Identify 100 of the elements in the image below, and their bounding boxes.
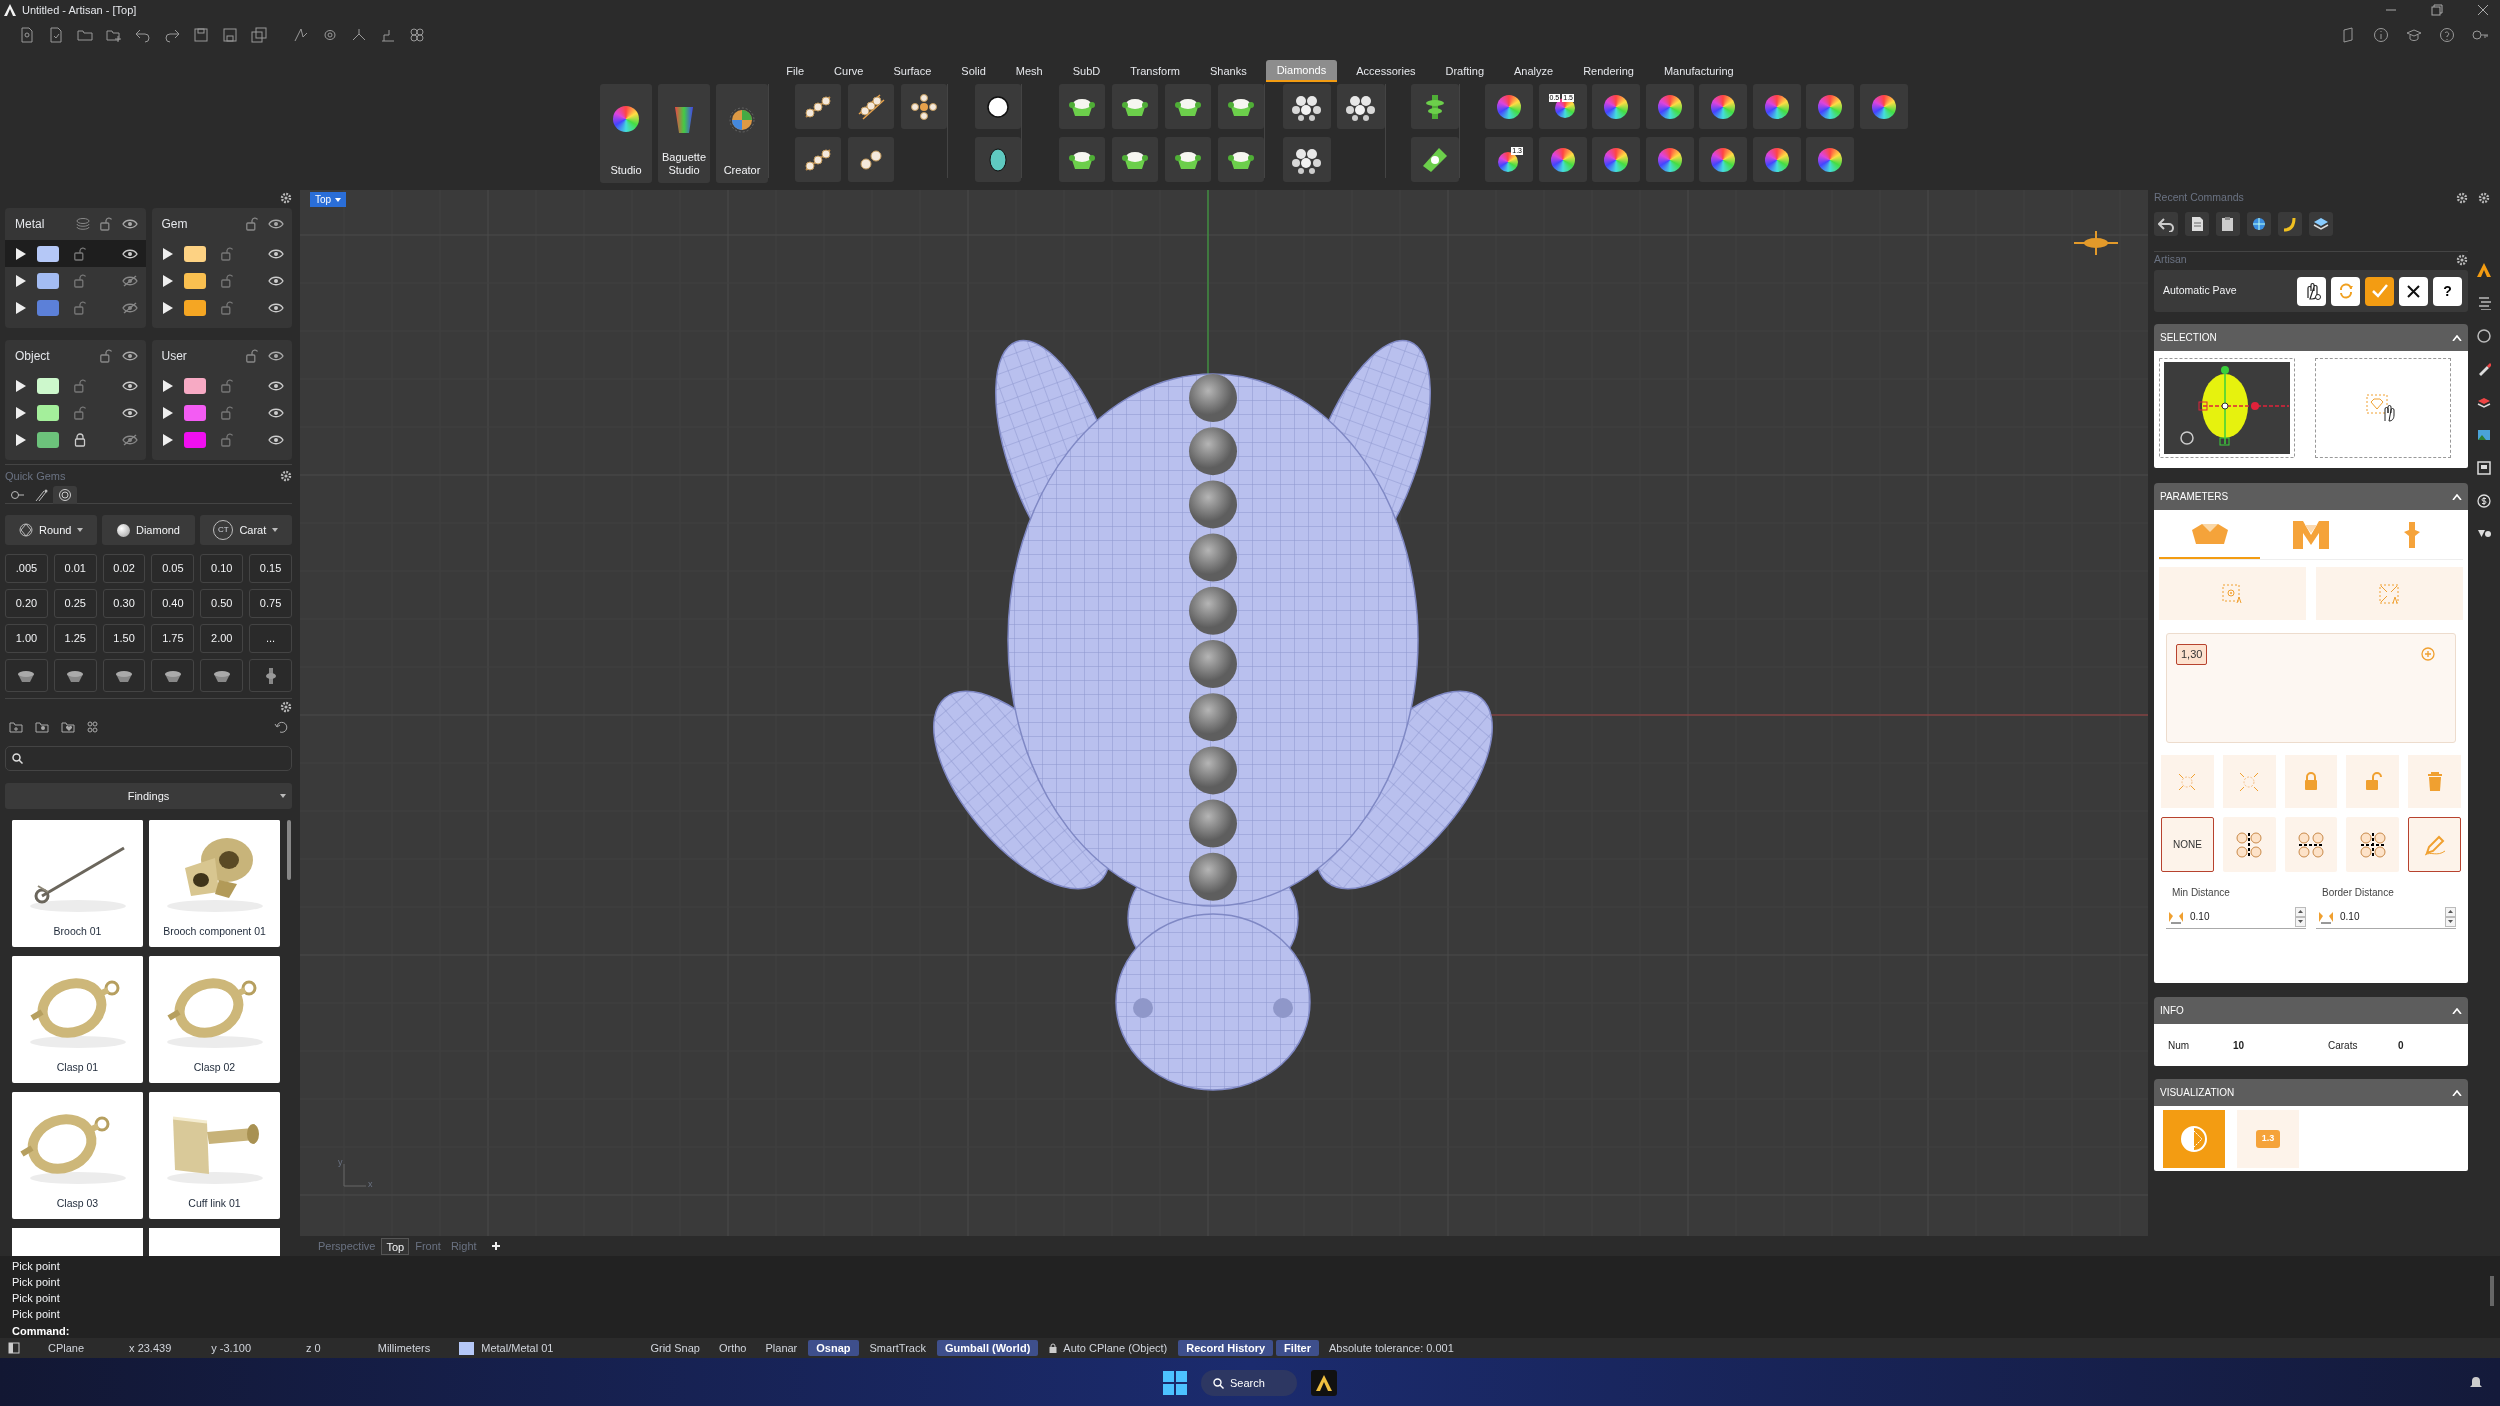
viewport-label[interactable]: Top — [310, 192, 347, 207]
panel-title: Recent Commands — [2154, 189, 2244, 205]
status-toggle[interactable]: Record History — [1178, 1340, 1274, 1356]
ribbon-button[interactable]: Studio — [600, 84, 652, 183]
info-label: Num — [2168, 1038, 2191, 1053]
status-toggle[interactable]: Gumball (World) — [936, 1340, 1039, 1356]
ribbon-button[interactable]: Creator — [716, 84, 768, 183]
viewport[interactable]: Top y x — [300, 190, 2148, 1236]
menu-tab[interactable]: Rendering — [1572, 60, 1645, 82]
library-card[interactable]: Clasp 02 — [149, 956, 280, 1083]
category-dropdown[interactable]: Findings — [5, 783, 292, 809]
layer-group-title: Metal — [15, 216, 46, 233]
library-card[interactable]: Brooch 01 — [12, 820, 143, 947]
library-card[interactable]: Brooch component 01 — [149, 820, 280, 947]
gem-size-button[interactable]: 0.20 — [5, 589, 48, 618]
command-history-line: Pick point — [12, 1259, 60, 1274]
gem-size-button[interactable]: 0.10 — [200, 554, 244, 583]
gem-size-button[interactable]: 0.30 — [102, 589, 146, 618]
status-toggle[interactable]: Ortho — [710, 1340, 755, 1356]
menu-tab[interactable]: Solid — [950, 60, 997, 82]
menu-tab[interactable]: Accessories — [1345, 60, 1427, 82]
menu-tab[interactable]: Manufacturing — [1652, 60, 1745, 82]
gem-selector[interactable]: CT Carat — [199, 515, 292, 545]
menu-tab[interactable]: Mesh — [1004, 60, 1054, 82]
status-toggle[interactable]: Auto CPlane (Object) — [1041, 1340, 1176, 1356]
status-toggle[interactable]: Osnap — [808, 1340, 859, 1356]
menu-tab[interactable]: Shanks — [1198, 60, 1258, 82]
size-list[interactable]: 1,30 — [2166, 633, 2456, 743]
axis-label: y — [338, 1156, 343, 1169]
viewport-tab[interactable]: Top — [381, 1237, 410, 1255]
field-label: Border Distance — [2322, 886, 2395, 900]
status-toggle[interactable]: SmartTrack — [861, 1340, 934, 1356]
command-name: Automatic Pave — [2163, 283, 2238, 299]
gem-size-button[interactable]: 1.75 — [151, 624, 195, 653]
status-text: CPlane — [48, 1340, 85, 1356]
coordinate-z: z 0 — [306, 1340, 321, 1356]
card-label: Brooch 01 — [52, 924, 103, 939]
gem-size-button[interactable]: 1.25 — [53, 624, 97, 653]
gem-size-button[interactable]: .005 — [5, 554, 48, 583]
gem-size-button[interactable]: 0.75 — [249, 589, 292, 618]
pattern-option[interactable]: NONE — [2161, 817, 2214, 872]
section-header[interactable]: PARAMETERS — [2154, 483, 2468, 510]
ribbon-button[interactable]: Baguette Studio — [658, 84, 710, 183]
menu-tab[interactable]: Analyze — [1503, 60, 1565, 82]
panel-title: Quick Gems — [5, 468, 66, 484]
tolerance-text: Absolute tolerance: 0.001 — [1329, 1340, 1454, 1356]
gem-selector[interactable]: Round — [5, 515, 98, 545]
library-card[interactable]: Clasp 03 — [12, 1092, 143, 1219]
command-history-line: Pick point — [12, 1275, 60, 1290]
info-value: 0 — [2398, 1038, 2404, 1053]
axis-label: x — [368, 1178, 373, 1191]
units-text: Millimeters — [377, 1340, 431, 1356]
gem-selector[interactable]: Diamond — [102, 515, 195, 545]
taskbar-search[interactable]: Search — [1201, 1370, 1297, 1396]
gem-size-button[interactable]: 0.25 — [53, 589, 97, 618]
gem-size-button[interactable]: 0.02 — [102, 554, 146, 583]
gem-size-button[interactable]: 0.15 — [249, 554, 292, 583]
number-field[interactable]: 0.10 — [2316, 905, 2456, 929]
command-prompt[interactable]: Command: — [12, 1323, 70, 1339]
status-toggle[interactable]: Planar — [757, 1340, 806, 1356]
section-header[interactable]: VISUALIZATION — [2154, 1079, 2468, 1106]
coordinate-y: y -3.100 — [211, 1340, 252, 1356]
size-chip[interactable]: 1,30 — [2176, 644, 2208, 665]
status-toggle[interactable]: Filter — [1276, 1340, 1319, 1356]
menu-tab[interactable]: Curve — [823, 60, 875, 82]
menu-tab[interactable]: Transform — [1119, 60, 1191, 82]
command-history-line: Pick point — [12, 1307, 60, 1322]
library-card[interactable]: Cuff link 01 — [149, 1092, 280, 1219]
current-layer[interactable]: Metal/Metal 01 — [481, 1339, 554, 1357]
library-card[interactable]: Clasp 01 — [12, 956, 143, 1083]
gem-size-button[interactable]: 1.00 — [5, 624, 48, 653]
layer-group-title: Gem — [161, 216, 189, 233]
gem-size-button[interactable]: 0.50 — [200, 589, 244, 618]
card-label: Brooch component 01 — [162, 924, 267, 939]
layer-group-title: User — [161, 348, 188, 365]
gem-size-button[interactable]: 0.01 — [53, 554, 97, 583]
menu-tab[interactable]: Drafting — [1434, 60, 1496, 82]
window-title: Untitled - Artisan - [Top] — [22, 2, 137, 18]
gem-size-button[interactable]: 0.05 — [151, 554, 195, 583]
info-value: 10 — [2233, 1038, 2246, 1053]
card-label: Clasp 03 — [55, 1196, 100, 1211]
section-header[interactable]: INFO — [2154, 997, 2468, 1024]
status-toggle[interactable]: Grid Snap — [642, 1340, 708, 1356]
number-field[interactable]: 0.10 — [2166, 905, 2306, 929]
card-label: Clasp 01 — [55, 1060, 100, 1075]
card-label: Cuff link 01 — [187, 1196, 242, 1211]
gem-size-button[interactable]: ... — [249, 624, 292, 653]
panel-title: Artisan — [2154, 251, 2187, 267]
card-label: Clasp 02 — [192, 1060, 237, 1075]
menu-tab[interactable]: File — [775, 60, 816, 82]
menu-tab[interactable]: Surface — [882, 60, 943, 82]
menu-tab[interactable]: SubD — [1061, 60, 1112, 82]
layer-group-title: Object — [15, 348, 51, 365]
help-button[interactable]: ? — [2433, 276, 2462, 306]
field-label: Min Distance — [2172, 886, 2231, 900]
gem-size-button[interactable]: 1.50 — [102, 624, 146, 653]
section-header[interactable]: SELECTION — [2154, 324, 2468, 351]
gem-size-button[interactable]: 2.00 — [200, 624, 244, 653]
info-label: Carats — [2328, 1038, 2359, 1053]
gem-size-button[interactable]: 0.40 — [151, 589, 195, 618]
